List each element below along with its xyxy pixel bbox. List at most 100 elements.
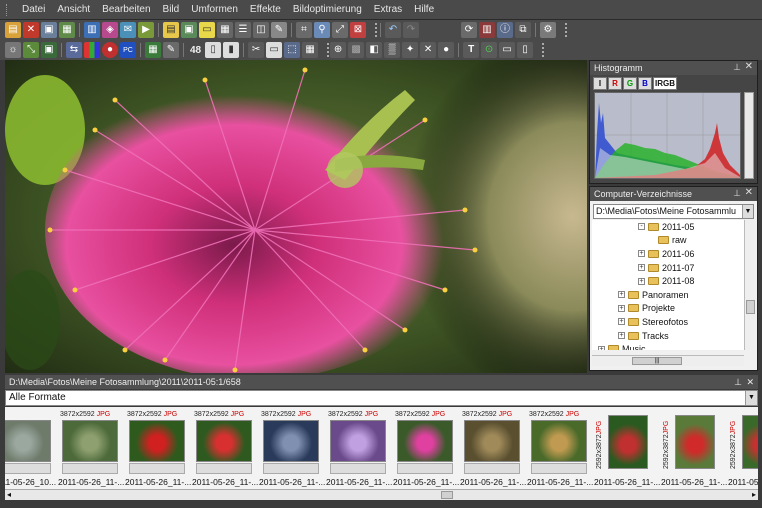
edit-icon[interactable]: ✎ [271,22,287,38]
close-icon[interactable]: ✕ [746,375,754,389]
brightness-icon[interactable]: ☼ [5,42,21,58]
pin-icon[interactable]: ⊥ [733,188,741,199]
expand-icon[interactable]: + [638,264,645,272]
expand-icon[interactable]: + [618,318,625,326]
menu-umformen[interactable]: Umformen [185,0,244,20]
rotate-icon[interactable]: ⟳ [461,22,477,38]
main-image-viewer[interactable] [5,60,587,373]
menu-ansicht[interactable]: Ansicht [51,0,96,20]
thumbnail-item[interactable]: 2011-05-26_10... [5,411,56,487]
close-image-icon[interactable]: ⊠ [350,22,366,38]
thumbnail-item[interactable]: 3872x2592 JPG 2011-05-26_11-... [460,411,526,487]
image-view-icon[interactable]: ▣ [181,22,197,38]
settings-icon[interactable]: ⚙ [540,22,556,38]
circle-icon[interactable]: ● [438,42,455,58]
chevron-down-icon[interactable]: ▼ [742,205,753,218]
pattern-icon[interactable]: ▩ [348,42,365,58]
copy-icon[interactable]: ⧉ [515,22,531,38]
scissors-icon[interactable]: ✂ [248,42,265,58]
redo-icon[interactable]: ↷ [403,22,419,38]
details-icon[interactable]: ☰ [235,22,251,38]
tab-intensity[interactable]: I [593,77,607,90]
open-folder-icon[interactable]: ▤ [5,22,21,38]
histogram-scrollbar[interactable] [744,92,754,179]
tree-item[interactable]: +2011-06 [592,247,744,261]
tab-green[interactable]: G [623,77,637,90]
pc-icon[interactable]: PC [120,42,136,58]
menu-datei[interactable]: Datei [16,0,51,20]
page-portrait-icon[interactable]: ▮ [223,42,240,58]
menu-bearbeiten[interactable]: Bearbeiten [96,0,156,20]
thumbnail-item[interactable]: 3872x2592 JPG 2011-05-26_11-... [527,411,593,487]
toggle-icon[interactable]: ▭ [499,42,516,58]
zoom-icon[interactable]: ⚲ [314,22,330,38]
menu-grip[interactable] [6,3,10,16]
scroll-left-icon[interactable]: ◂ [7,490,11,499]
close-icon[interactable]: ✕ [745,187,753,198]
tree-item[interactable]: - 2011-05 [592,220,744,234]
flip-icon[interactable]: ⇆ [66,42,82,58]
toolbar-grip[interactable] [536,43,545,57]
eyedropper-icon[interactable]: ⊙ [481,42,498,58]
menu-effekte[interactable]: Effekte [244,0,287,20]
thumbnail-item[interactable]: 3872x2592 JPG 2011-05-26_11-... [125,411,191,487]
thumbnail-item[interactable]: 3872x2592 JPG 2011-05-26_11-... [259,411,325,487]
tab-blue[interactable]: B [638,77,652,90]
menu-extras[interactable]: Extras [368,0,408,20]
thumbnail-item[interactable]: 3872x2592 JPG 2011-05-26_11-... [326,411,392,487]
expand-icon[interactable]: + [618,304,625,312]
thumbnail-item[interactable]: 2592x3872JPG 2011-05-26_11-... [728,411,758,487]
tab-irgb[interactable]: IRGB [653,77,677,90]
thumbnail-item[interactable]: 2592x3872JPG 2011-05-26_11-... [661,411,727,487]
tree-item[interactable]: +2011-07 [592,261,744,275]
tree-vertical-scrollbar[interactable] [744,220,755,350]
chevron-down-icon[interactable]: ▼ [745,391,757,405]
email-icon[interactable]: ✉ [120,22,136,38]
effects-icon[interactable]: ▦ [145,42,161,58]
close-icon[interactable]: ✕ [745,61,753,72]
image-icon[interactable]: ▣ [41,42,57,58]
thumbnail-item[interactable]: 3872x2592 JPG 2011-05-26_11-... [58,411,124,487]
menu-bild[interactable]: Bild [157,0,186,20]
info-icon[interactable]: ⓘ [497,22,513,38]
fit-icon[interactable]: ⤢ [332,22,348,38]
scan-icon[interactable]: ▥ [84,22,100,38]
toolbar-grip[interactable] [321,43,330,57]
cross-icon[interactable]: ✕ [420,42,437,58]
tree-item[interactable]: + Stereofotos [592,315,744,329]
tree-item[interactable]: raw [592,234,744,248]
text-box-icon[interactable]: ▭ [266,42,283,58]
scroll-thumb[interactable]: ||| [632,357,682,365]
wand-icon[interactable]: ✦ [402,42,419,58]
print-icon[interactable]: ▦ [59,22,75,38]
crop-icon[interactable]: ⌗ [296,22,312,38]
menu-hilfe[interactable]: Hilfe [408,0,440,20]
text-tool-icon[interactable]: T [463,42,480,58]
tab-red[interactable]: R [608,77,622,90]
toolbar-grip[interactable] [369,23,377,37]
tree-item[interactable]: + Projekte [592,302,744,316]
compare-icon[interactable]: ◫ [253,22,269,38]
resize-icon[interactable]: ⤡ [23,42,39,58]
select-icon[interactable]: ⬚ [284,42,301,58]
tree-item[interactable]: + Music [592,342,744,350]
expand-icon[interactable]: + [638,277,645,285]
collapse-icon[interactable]: - [638,223,645,231]
toolbar-grip[interactable] [559,23,567,37]
scroll-right-icon[interactable]: ▸ [752,490,756,499]
grid-icon[interactable]: ▦ [302,42,319,58]
stamp-icon[interactable]: ⊕ [330,42,347,58]
batch-icon[interactable]: ◈ [102,22,118,38]
tree-horizontal-scrollbar[interactable]: ||| [592,355,744,366]
layer-icon[interactable]: ◧ [366,42,383,58]
thumbnail-scrollbar[interactable]: ◂ ▸ [5,489,758,500]
filmstrip-icon[interactable]: ▥ [479,22,495,38]
tree-item[interactable]: + Panoramen [592,288,744,302]
scroll-thumb[interactable] [746,300,755,314]
save-icon[interactable]: ▣ [41,22,57,38]
expand-icon[interactable]: + [638,250,645,258]
thumbnail-item[interactable]: 3872x2592 JPG 2011-05-26_11-... [192,411,258,487]
page-icon[interactable]: ▯ [205,42,222,58]
mask-icon[interactable]: ▒ [384,42,401,58]
phone-icon[interactable]: ▯ [517,42,534,58]
